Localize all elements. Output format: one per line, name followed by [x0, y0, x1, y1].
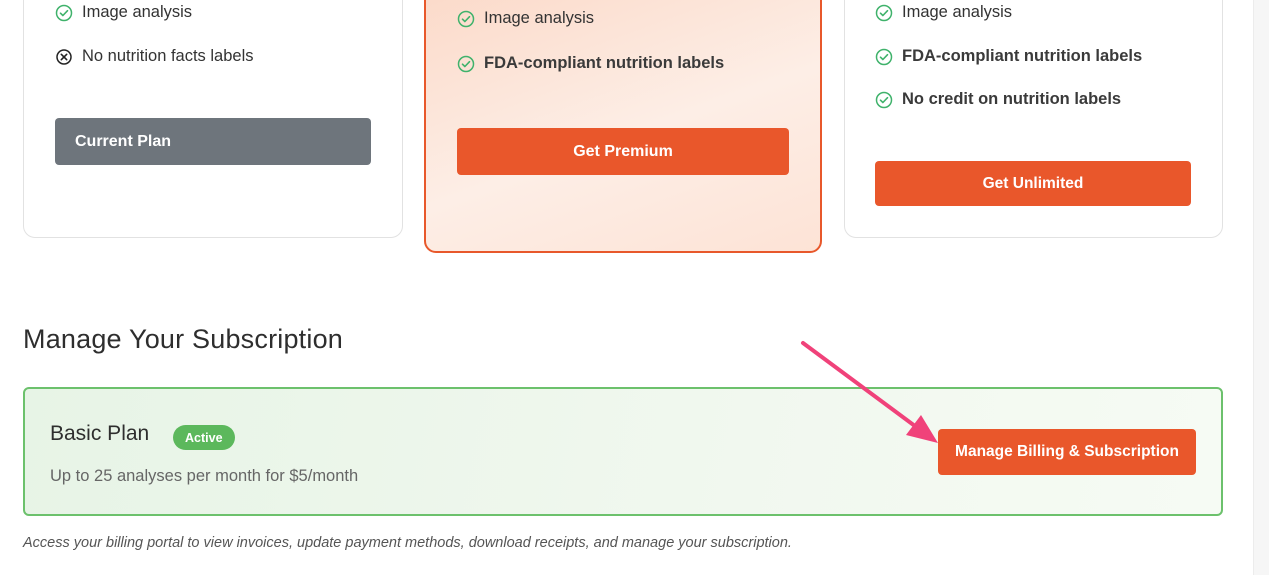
- feature-item: No nutrition facts labels: [55, 47, 254, 66]
- billing-helper-text: Access your billing portal to view invoi…: [23, 535, 792, 551]
- get-unlimited-button[interactable]: Get Unlimited: [875, 161, 1191, 206]
- current-subscription-card: Basic Plan Active Up to 25 analyses per …: [23, 387, 1223, 516]
- current-plan-button[interactable]: Current Plan: [55, 118, 371, 165]
- feature-item: Image analysis: [55, 3, 192, 22]
- feature-label: No credit on nutrition labels: [902, 90, 1122, 108]
- plan-description: Up to 25 analyses per month for $5/month: [50, 467, 359, 485]
- plan-name: Basic Plan: [50, 422, 150, 445]
- scrollbar-track[interactable]: [1253, 0, 1269, 575]
- annotation-arrow-icon: [801, 341, 938, 443]
- feature-label: FDA-compliant nutrition labels: [902, 47, 1143, 65]
- check-circle-icon: [457, 10, 475, 28]
- feature-item: Image analysis: [875, 3, 1012, 22]
- feature-label: Image analysis: [484, 9, 595, 27]
- check-circle-icon: [457, 55, 475, 73]
- feature-item: FDA-compliant nutrition labels: [457, 54, 724, 73]
- x-circle-icon: [55, 48, 73, 66]
- feature-item: Image analysis: [457, 9, 594, 28]
- check-circle-icon: [875, 91, 893, 109]
- feature-label: FDA-compliant nutrition labels: [484, 54, 725, 72]
- section-title: Manage Your Subscription: [23, 324, 344, 354]
- plan-card-premium: [424, 0, 822, 253]
- check-circle-icon: [55, 4, 73, 22]
- check-circle-icon: [875, 48, 893, 66]
- manage-billing-button[interactable]: Manage Billing & Subscription: [938, 429, 1196, 475]
- check-circle-icon: [875, 4, 893, 22]
- feature-label: No nutrition facts labels: [82, 47, 254, 65]
- get-premium-button[interactable]: Get Premium: [457, 128, 789, 175]
- feature-label: Image analysis: [82, 3, 193, 21]
- feature-label: Image analysis: [902, 3, 1013, 21]
- feature-item: FDA-compliant nutrition labels: [875, 47, 1142, 66]
- status-badge: Active: [173, 425, 235, 450]
- feature-item: No credit on nutrition labels: [875, 90, 1121, 109]
